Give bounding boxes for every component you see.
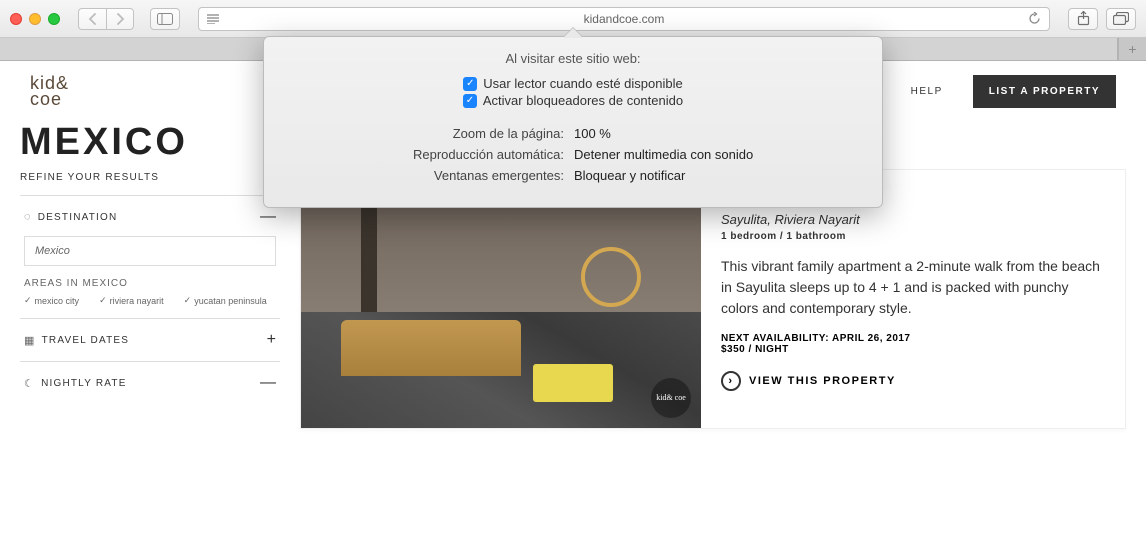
expand-icon: +	[267, 331, 276, 349]
filter-dates-label: TRAVEL DATES	[42, 335, 130, 346]
view-property-label: VIEW THIS PROPERTY	[749, 375, 896, 387]
logo-line-2: coe	[30, 91, 69, 107]
refine-label: REFINE YOUR RESULTS	[20, 172, 280, 183]
list-property-button[interactable]: LIST A PROPERTY	[973, 75, 1116, 108]
areas-title: AREAS IN MEXICO	[24, 278, 276, 289]
collapse-icon: —	[260, 208, 276, 226]
area-checkbox[interactable]: ✓riviera nayarit	[99, 295, 164, 306]
new-tab-button[interactable]: +	[1118, 38, 1146, 60]
top-nav: UP HELP LIST A PROPERTY	[864, 75, 1116, 108]
checkbox-checked-icon: ✓	[463, 77, 477, 91]
share-button[interactable]	[1068, 8, 1098, 30]
popups-row[interactable]: Ventanas emergentes: Bloquear y notifica…	[284, 168, 862, 183]
reader-label: Usar lector cuando esté disponible	[483, 76, 682, 91]
autoplay-value: Detener multimedia con sonido	[574, 147, 753, 162]
check-icon: ✓	[24, 295, 32, 306]
brand-badge: kid& coe	[651, 378, 691, 418]
nav-buttons	[78, 8, 134, 30]
view-property-link[interactable]: › VIEW THIS PROPERTY	[721, 371, 1105, 391]
nav-help[interactable]: HELP	[911, 86, 943, 97]
zoom-value: 100 %	[574, 126, 611, 141]
listing-image: kid& coe	[301, 170, 701, 428]
show-tabs-button[interactable]	[1106, 8, 1136, 30]
listing-availability: NEXT AVAILABILITY: APRIL 26, 2017	[721, 333, 1105, 344]
check-icon: ✓	[184, 295, 192, 306]
filter-travel-dates: ▦ TRAVEL DATES +	[20, 318, 280, 361]
fullscreen-window-button[interactable]	[48, 13, 60, 25]
zoom-label: Zoom de la página:	[284, 126, 574, 141]
blockers-label: Activar bloqueadores de contenido	[483, 93, 683, 108]
checkbox-checked-icon: ✓	[463, 94, 477, 108]
filters-sidebar: MEXICO REFINE YOUR RESULTS ◌ DESTINATION …	[20, 121, 280, 535]
filter-rate-header[interactable]: ☾ NIGHTLY RATE —	[24, 374, 276, 392]
reload-icon[interactable]	[1028, 12, 1041, 25]
filter-dates-header[interactable]: ▦ TRAVEL DATES +	[24, 331, 276, 349]
close-window-button[interactable]	[10, 13, 22, 25]
destination-input[interactable]	[24, 236, 276, 266]
blockers-checkbox-row[interactable]: ✓ Activar bloqueadores de contenido	[284, 93, 862, 108]
listing-meta: 1 bedroom / 1 bathroom	[721, 231, 1105, 242]
area-checkbox[interactable]: ✓mexico city	[24, 295, 79, 306]
listing-card[interactable]: kid& coe LOFT Nº 1 Sayulita, Riviera Nay…	[300, 169, 1126, 429]
filter-destination: ◌ DESTINATION — AREAS IN MEXICO ✓mexico c…	[20, 195, 280, 318]
arrow-right-icon: ›	[721, 371, 741, 391]
listing-description: This vibrant family apartment a 2-minute…	[721, 256, 1105, 319]
popups-value: Bloquear y notificar	[574, 168, 685, 183]
filter-destination-label: DESTINATION	[38, 212, 118, 223]
page-title: MEXICO	[20, 121, 280, 164]
autoplay-label: Reproducción automática:	[284, 147, 574, 162]
minimize-window-button[interactable]	[29, 13, 41, 25]
listing-price: $350 / NIGHT	[721, 344, 1105, 355]
filter-rate-label: NIGHTLY RATE	[41, 378, 127, 389]
calendar-icon: ▦	[24, 334, 36, 347]
window-controls	[10, 13, 60, 25]
filter-destination-header[interactable]: ◌ DESTINATION —	[24, 208, 276, 226]
zoom-row[interactable]: Zoom de la página: 100 %	[284, 126, 862, 141]
site-settings-popover: Al visitar este sitio web: ✓ Usar lector…	[263, 36, 883, 208]
site-logo[interactable]: kid& coe	[30, 75, 69, 107]
back-button[interactable]	[78, 8, 106, 30]
reader-checkbox-row[interactable]: ✓ Usar lector cuando esté disponible	[284, 76, 862, 91]
areas-list: ✓mexico city ✓riviera nayarit ✓yucatan p…	[24, 295, 276, 306]
moon-icon: ☾	[24, 377, 35, 390]
popups-label: Ventanas emergentes:	[284, 168, 574, 183]
listing-info: LOFT Nº 1 Sayulita, Riviera Nayarit 1 be…	[701, 170, 1125, 428]
autoplay-row[interactable]: Reproducción automática: Detener multime…	[284, 147, 862, 162]
globe-icon: ◌	[24, 211, 32, 223]
forward-button[interactable]	[106, 8, 134, 30]
collapse-icon: —	[260, 374, 276, 392]
popover-title: Al visitar este sitio web:	[284, 51, 862, 66]
reader-icon[interactable]	[207, 14, 219, 24]
check-icon: ✓	[99, 295, 107, 306]
filter-nightly-rate: ☾ NIGHTLY RATE —	[20, 361, 280, 404]
show-sidebar-button[interactable]	[150, 8, 180, 30]
listing-location: Sayulita, Riviera Nayarit	[721, 212, 1105, 227]
url-text: kidandcoe.com	[584, 12, 665, 26]
area-checkbox[interactable]: ✓yucatan peninsula	[184, 295, 267, 306]
url-field[interactable]: kidandcoe.com	[198, 7, 1050, 31]
